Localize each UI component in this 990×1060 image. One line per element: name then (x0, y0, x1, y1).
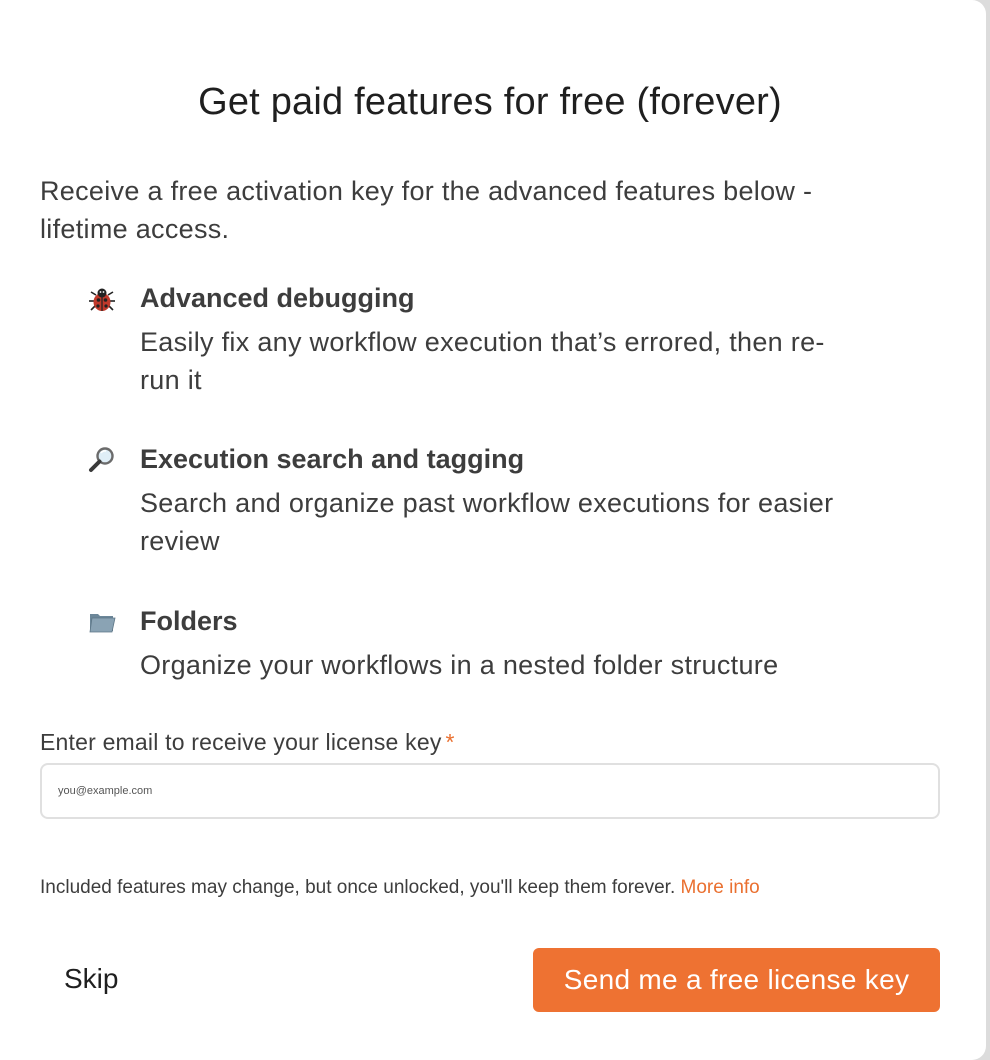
dialog-title: Get paid features for free (forever) (198, 81, 782, 123)
more-info-link[interactable]: More info (681, 877, 760, 898)
ladybug-icon (84, 281, 120, 317)
email-field[interactable] (40, 763, 940, 819)
email-field-label: Enter email to receive your license key * (40, 727, 455, 757)
magnifying-glass-icon (84, 442, 120, 478)
folder-icon (84, 604, 120, 640)
features-note: Included features may change, but once u… (40, 875, 760, 901)
feature-description: Easily fix any workflow execution that’s… (140, 327, 825, 395)
license-key-dialog: Get paid features for free (forever) Rec… (0, 0, 986, 1060)
feature-description: Search and organize past workflow execut… (140, 488, 834, 556)
feature-description: Organize your workflows in a nested fold… (140, 650, 779, 680)
email-label-text: Enter email to receive your license key (40, 729, 442, 755)
feature-title: Advanced debugging (140, 283, 415, 313)
skip-button[interactable]: Skip (64, 958, 118, 1000)
feature-title: Execution search and tagging (140, 444, 525, 474)
send-license-key-button[interactable]: Send me a free license key (533, 948, 940, 1012)
note-text: Included features may change, but once u… (40, 877, 676, 898)
dialog-intro: Receive a free activation key for the ad… (40, 176, 813, 244)
required-marker: * (445, 729, 455, 755)
feature-title: Folders (140, 606, 238, 636)
